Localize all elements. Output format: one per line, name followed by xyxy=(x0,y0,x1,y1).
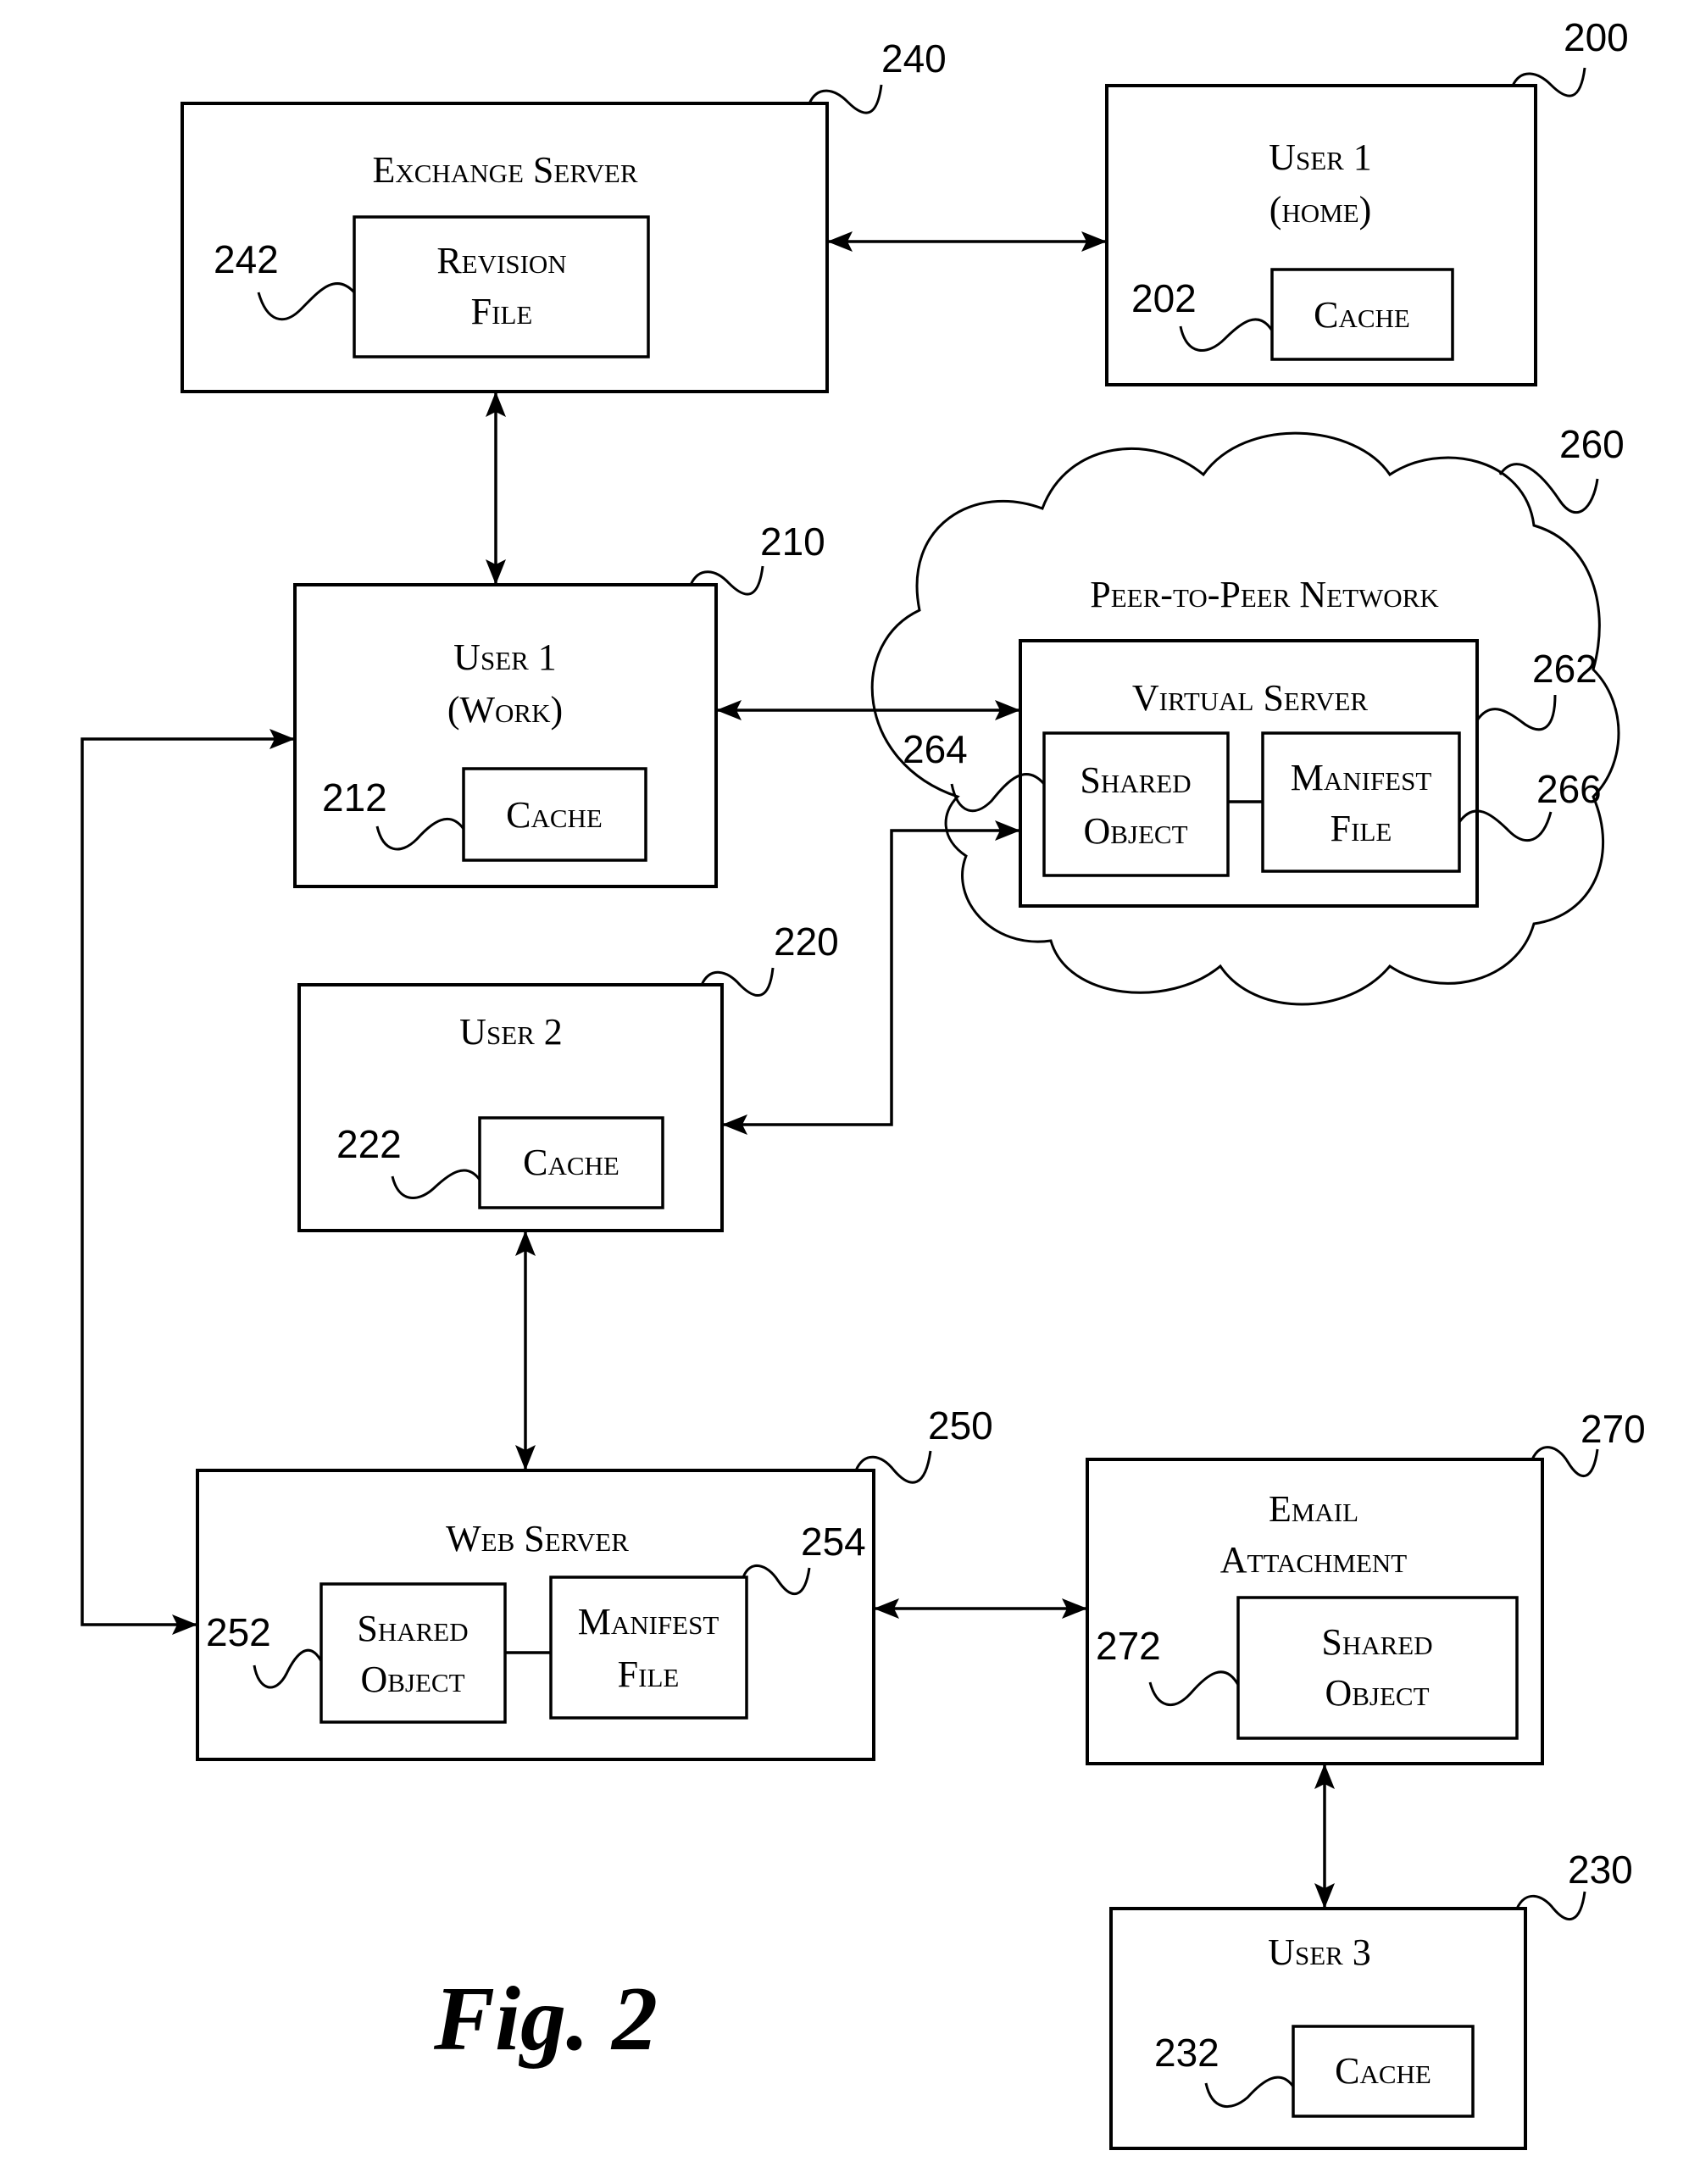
ref-254: 254 xyxy=(801,1520,866,1564)
ref-232: 232 xyxy=(1154,2031,1219,2075)
ref-260: 260 xyxy=(1559,422,1625,466)
ref-210: 210 xyxy=(760,520,825,564)
ref-200: 200 xyxy=(1564,15,1629,59)
shared-object-252-line2: Object xyxy=(360,1659,464,1700)
email-attachment-box[interactable]: Email Attachment Shared Object 272 xyxy=(1086,1458,1544,1765)
cache-232-box[interactable]: Cache xyxy=(1292,2025,1475,2118)
user1-home-line1: User 1 xyxy=(1269,136,1372,178)
ref-202: 202 xyxy=(1131,276,1197,320)
user2-box[interactable]: User 2 Cache 222 xyxy=(297,983,724,1232)
cache-232-label: Cache xyxy=(1335,2050,1431,2092)
manifest-file-266-line2: File xyxy=(1331,808,1392,849)
shared-object-252-line1: Shared xyxy=(357,1608,468,1649)
exchange-server-box[interactable]: Exchange Server Revision File 242 xyxy=(181,102,829,393)
cache-222-label: Cache xyxy=(523,1142,619,1183)
shared-object-272-box[interactable]: Shared Object xyxy=(1236,1596,1519,1740)
figure-caption: Fig. 2 xyxy=(433,1969,658,2070)
cache-202-box[interactable]: Cache xyxy=(1270,268,1454,361)
user3-title: User 3 xyxy=(1268,1931,1371,1973)
web-server-box[interactable]: Web Server Shared Object Manifest File 2… xyxy=(196,1469,875,1761)
cache-222-box[interactable]: Cache xyxy=(478,1116,664,1209)
email-attachment-line1: Email xyxy=(1269,1488,1358,1530)
manifest-file-266-line1: Manifest xyxy=(1291,757,1432,798)
shared-object-272-line2: Object xyxy=(1325,1672,1429,1714)
exchange-server-title: Exchange Server xyxy=(372,149,637,191)
ref-242: 242 xyxy=(214,237,279,281)
cache-212-label: Cache xyxy=(506,794,603,836)
user1-work-line2: (Work) xyxy=(447,689,563,731)
user2-title: User 2 xyxy=(459,1011,563,1053)
ref-266: 266 xyxy=(1536,767,1602,811)
virtual-server-title: Virtual Server xyxy=(1132,677,1368,719)
email-attachment-line2: Attachment xyxy=(1220,1539,1408,1581)
shared-object-264-line2: Object xyxy=(1083,810,1187,852)
ref-220: 220 xyxy=(774,920,839,964)
user1-work-box[interactable]: User 1 (Work) Cache 212 xyxy=(293,583,718,888)
shared-object-264-box[interactable]: Shared Object xyxy=(1042,731,1230,877)
revision-file-box[interactable]: Revision File xyxy=(353,215,650,358)
ref-262: 262 xyxy=(1532,647,1597,691)
user3-box[interactable]: User 3 Cache 232 xyxy=(1109,1907,1527,2150)
ref-272: 272 xyxy=(1096,1624,1161,1668)
cache-212-box[interactable]: Cache xyxy=(462,767,647,862)
manifest-file-266-box[interactable]: Manifest File xyxy=(1261,731,1461,873)
ref-270: 270 xyxy=(1581,1407,1646,1451)
ref-264: 264 xyxy=(903,727,968,771)
manifest-file-254-line2: File xyxy=(618,1653,680,1695)
ref-230: 230 xyxy=(1568,1848,1633,1892)
system-diagram: Peer-to-Peer Network 260 Exchange Server… xyxy=(81,15,1646,2150)
revision-file-line1: Revision xyxy=(436,240,566,281)
shared-object-272-line1: Shared xyxy=(1321,1621,1432,1663)
ref-212: 212 xyxy=(322,775,387,820)
ref-250: 250 xyxy=(928,1403,993,1448)
virtual-server-box[interactable]: Virtual Server Shared Object Manifest Fi… xyxy=(1019,639,1479,908)
user1-home-line2: (home) xyxy=(1269,189,1372,231)
shared-object-252-box[interactable]: Shared Object xyxy=(319,1582,507,1724)
user1-work-line1: User 1 xyxy=(453,636,557,678)
p2p-network-title: Peer-to-Peer Network xyxy=(1090,574,1439,615)
manifest-file-254-line1: Manifest xyxy=(578,1601,719,1642)
ref-252: 252 xyxy=(206,1610,271,1654)
manifest-file-254-box[interactable]: Manifest File xyxy=(549,1575,748,1720)
user1-home-box[interactable]: User 1 (home) Cache 202 xyxy=(1105,84,1537,386)
revision-file-line2: File xyxy=(471,291,533,332)
ref-240: 240 xyxy=(881,36,947,81)
shared-object-264-line1: Shared xyxy=(1080,759,1191,801)
web-server-title: Web Server xyxy=(446,1518,629,1559)
ref-222: 222 xyxy=(336,1122,402,1166)
cache-202-label: Cache xyxy=(1314,294,1410,336)
